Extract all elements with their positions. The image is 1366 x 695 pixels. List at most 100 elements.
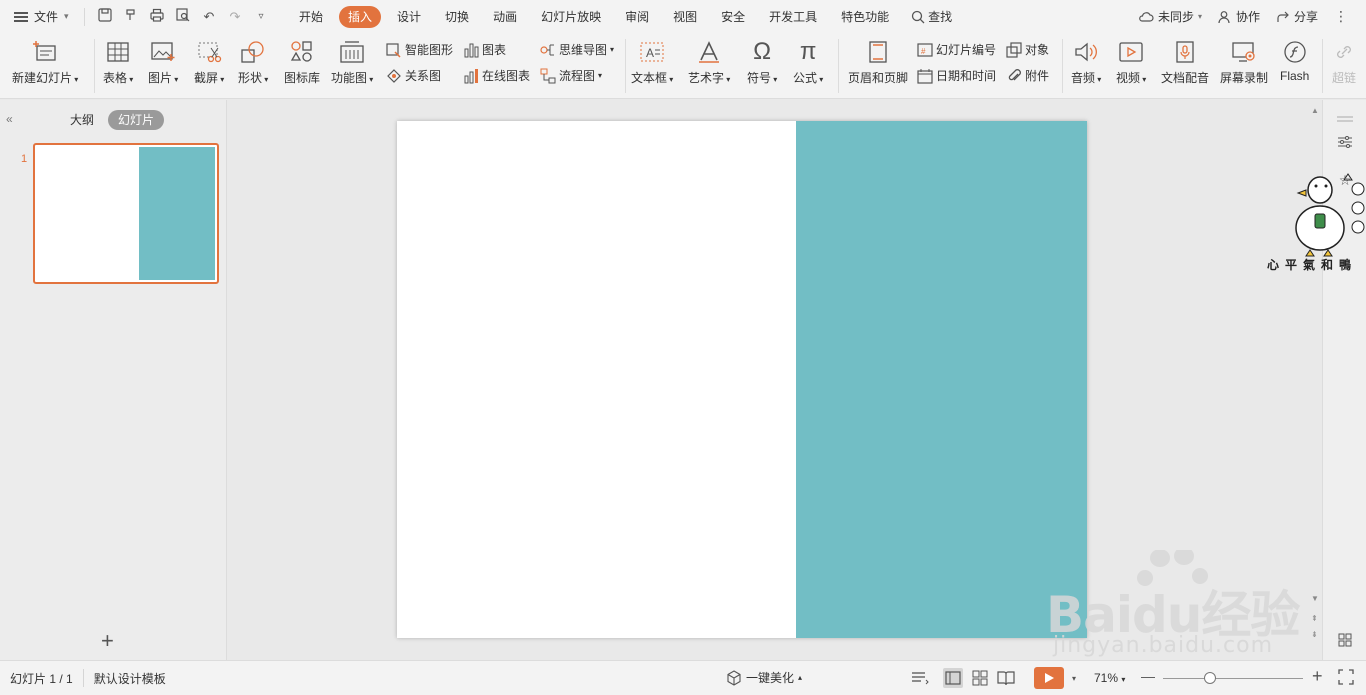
attachment-button[interactable]: 附件 — [1006, 67, 1049, 84]
settings-sliders-icon[interactable] — [1335, 134, 1355, 154]
new-slide-icon — [31, 37, 59, 67]
object-button[interactable]: 对象 — [1006, 41, 1049, 58]
next-slide-icon[interactable]: ⇟ — [1311, 630, 1318, 639]
tab-insert[interactable]: 插入 — [339, 5, 382, 28]
screenshot-button[interactable]: 截屏 ▾ — [194, 37, 224, 86]
zoom-slider-handle[interactable] — [1204, 672, 1216, 684]
flash-label: Flash — [1280, 69, 1310, 83]
tab-review[interactable]: 审阅 — [613, 6, 661, 28]
document-dubbing-button[interactable]: 文档配音 — [1161, 37, 1209, 86]
online-chart-icon — [463, 68, 479, 84]
tab-slideshow[interactable]: 幻灯片放映 — [529, 6, 613, 28]
slide-number-label: 幻灯片编号 — [936, 43, 997, 57]
zoom-slider-track[interactable] — [1163, 678, 1303, 679]
print-icon[interactable] — [147, 8, 167, 26]
reading-view-icon[interactable] — [996, 668, 1016, 688]
slide-canvas[interactable] — [397, 121, 1087, 638]
header-footer-button[interactable]: 页眉和页脚 — [848, 37, 908, 86]
picture-button[interactable]: 图片 ▾ — [148, 37, 178, 86]
formula-button[interactable]: π 公式 ▾ — [793, 37, 823, 86]
one-click-beautify-button[interactable]: 一键美化 ▴ — [726, 669, 802, 686]
grid-apps-icon[interactable] — [1335, 632, 1355, 652]
symbol-button[interactable]: Ω 符号 ▾ — [747, 37, 777, 86]
tab-view[interactable]: 视图 — [661, 6, 709, 28]
slide-thumbnail[interactable] — [33, 143, 219, 284]
slide-number-button[interactable]: # 幻灯片编号 — [917, 41, 996, 58]
new-slide-button[interactable]: 新建幻灯片 ▾ — [12, 37, 78, 86]
collaborate-button[interactable]: 协作 — [1218, 8, 1260, 25]
zoom-out-button[interactable]: — — [1141, 668, 1155, 684]
tab-special-features[interactable]: 特色功能 — [829, 6, 901, 28]
screen-record-button[interactable]: 屏幕录制 — [1220, 37, 1268, 86]
zoom-level[interactable]: 71% ▾ — [1094, 671, 1125, 685]
chevron-down-icon: ▾ — [771, 75, 778, 84]
date-time-button[interactable]: 日期和时间 — [917, 67, 996, 84]
undo-icon[interactable]: ↶ — [199, 8, 219, 26]
slide-thumbnail-teal-block — [139, 147, 215, 280]
redo-icon[interactable]: ↷ — [225, 8, 245, 26]
wordart-button[interactable]: 艺术字 ▾ — [688, 37, 730, 86]
chevron-down-icon[interactable]: ▾ — [1064, 668, 1084, 688]
tab-security[interactable]: 安全 — [709, 6, 757, 28]
share-button[interactable]: 分享 — [1276, 8, 1318, 25]
chevron-down-icon: ▾ — [367, 75, 374, 84]
notes-icon[interactable] — [910, 668, 930, 688]
print-preview-icon[interactable] — [173, 7, 193, 26]
hyperlink-button[interactable]: 超链 — [1330, 37, 1358, 86]
more-options-button[interactable]: ⋮ — [1334, 8, 1348, 25]
relation-chart-button[interactable]: 关系图 — [386, 67, 441, 84]
header-footer-label: 页眉和页脚 — [848, 71, 909, 85]
audio-button[interactable]: 音频 ▾ — [1071, 37, 1101, 86]
collapse-panel-icon[interactable]: « — [6, 112, 13, 126]
tab-slides[interactable]: 幻灯片 — [108, 110, 165, 130]
slide-counter: 幻灯片 1 / 1 — [10, 671, 73, 686]
wordart-label: 艺术字 — [688, 71, 725, 85]
design-template-label[interactable]: 默认设计模板 — [94, 670, 166, 687]
chevron-down-icon: ▾ — [1197, 12, 1202, 21]
scroll-up-arrow[interactable]: ▲ — [1311, 106, 1319, 115]
save-icon[interactable] — [95, 7, 115, 26]
bar-chart-icon — [463, 42, 479, 58]
add-slide-button[interactable]: + — [101, 630, 114, 652]
mind-map-button[interactable]: 思维导图 ▾ — [540, 41, 614, 58]
function-chart-button[interactable]: 功能图 ▾ — [331, 37, 373, 86]
fit-to-window-icon[interactable] — [1338, 669, 1354, 685]
teal-rectangle-shape[interactable] — [796, 121, 1087, 638]
status-bar: 幻灯片 1 / 1 默认设计模板 一键美化 ▴ ▾ 71% ▾ — + — [0, 660, 1366, 695]
search-button[interactable]: 查找 — [911, 8, 952, 25]
audio-label: 音频 — [1071, 71, 1096, 85]
slide-sorter-icon[interactable] — [970, 668, 990, 688]
tab-developer[interactable]: 开发工具 — [757, 6, 829, 28]
mascot-caption: 心平氣和鴨 — [1267, 258, 1358, 272]
textbox-label: 文本框 — [631, 71, 668, 85]
format-painter-icon[interactable] — [121, 8, 141, 26]
table-button[interactable]: 表格 ▾ — [103, 37, 133, 86]
file-menu[interactable]: 文件 ▾ — [0, 8, 84, 25]
sync-status-button[interactable]: 未同步 ▾ — [1138, 8, 1202, 25]
tab-outline[interactable]: 大纲 — [60, 110, 104, 130]
zoom-in-button[interactable]: + — [1312, 666, 1323, 687]
normal-view-icon[interactable] — [943, 668, 963, 688]
tab-home[interactable]: 开始 — [287, 6, 335, 28]
smart-shape-button[interactable]: 智能图形 — [386, 41, 453, 58]
customize-toolbar-icon[interactable]: ▿ — [251, 8, 271, 26]
tab-design[interactable]: 设计 — [385, 6, 433, 28]
scroll-down-arrow[interactable]: ▼ — [1311, 594, 1319, 603]
textbox-button[interactable]: A 文本框 ▾ — [631, 37, 673, 86]
chevron-up-icon: ▴ — [798, 673, 803, 682]
previous-slide-icon[interactable]: ⇞ — [1311, 614, 1318, 623]
formula-label: 公式 — [793, 71, 818, 85]
shapes-button[interactable]: 形状 ▾ — [238, 37, 268, 86]
flowchart-button[interactable]: 流程图 ▾ — [540, 67, 602, 84]
tab-transitions[interactable]: 切换 — [433, 6, 481, 28]
chart-button[interactable]: 图表 — [463, 41, 506, 58]
flowchart-icon — [540, 68, 556, 84]
tab-animation[interactable]: 动画 — [481, 6, 529, 28]
function-chart-icon — [338, 37, 366, 67]
date-time-label: 日期和时间 — [936, 69, 997, 83]
play-slideshow-button[interactable] — [1034, 667, 1064, 689]
icon-library-button[interactable]: 图标库 — [284, 37, 320, 86]
flash-button[interactable]: Flash — [1280, 37, 1309, 83]
video-button[interactable]: 视频 ▾ — [1116, 37, 1146, 86]
online-chart-button[interactable]: 在线图表 — [463, 67, 530, 84]
